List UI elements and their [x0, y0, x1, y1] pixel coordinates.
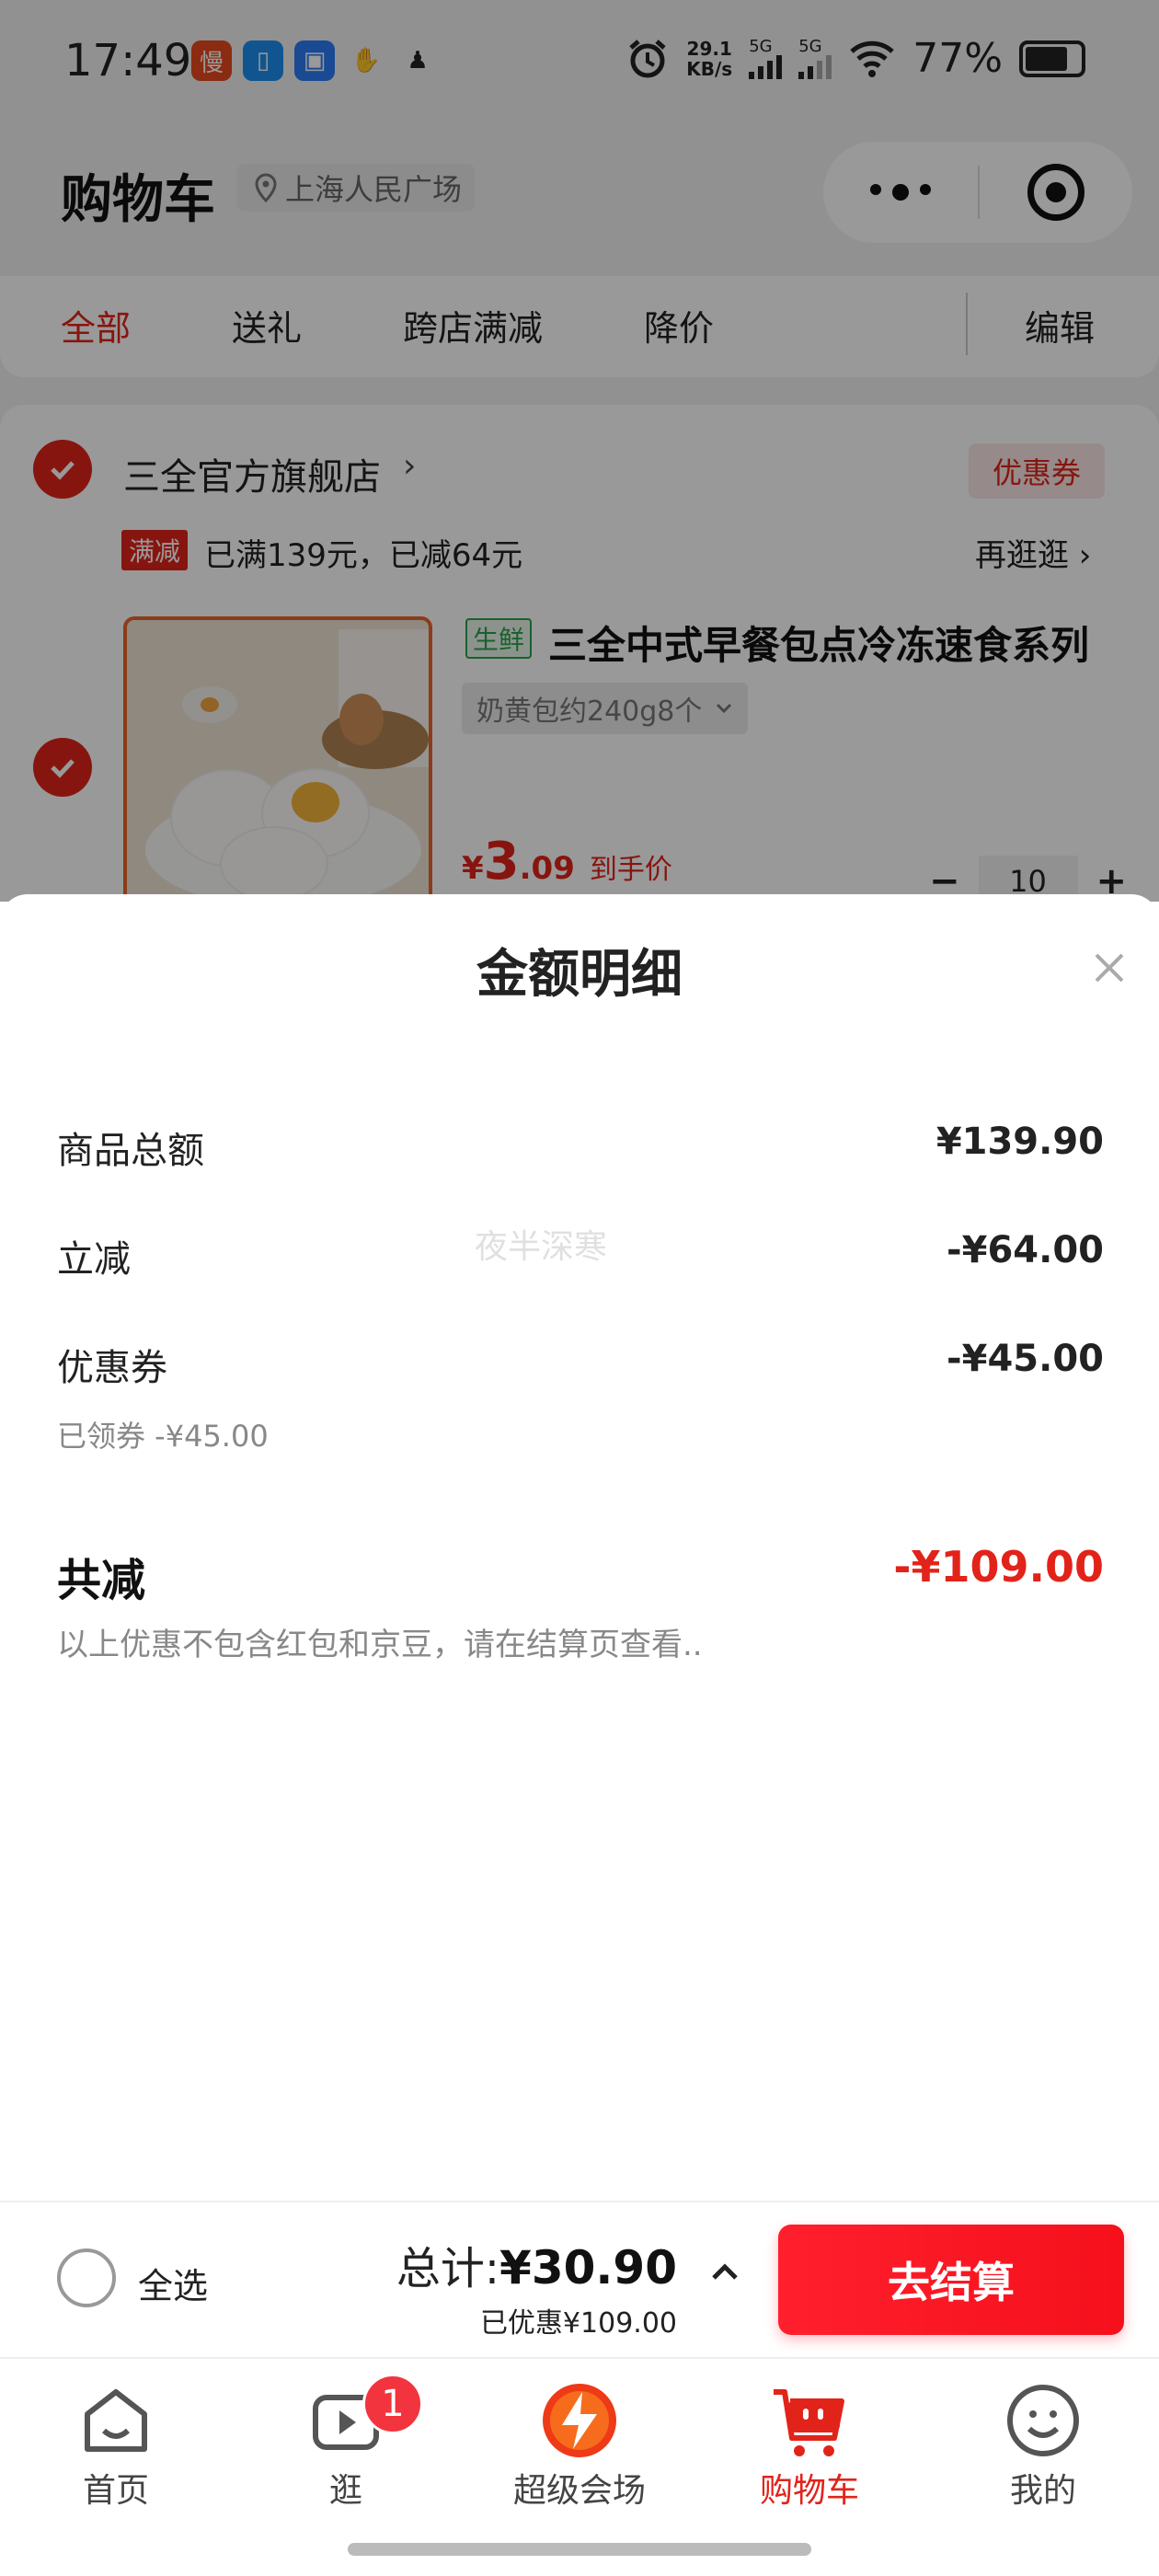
tab-cart[interactable]: 购物车: [717, 2379, 901, 2512]
bottom-tab-bar: 首页 逛 1 超级会场 购物车 我的: [0, 2357, 1159, 2576]
home-indicator[interactable]: [348, 2543, 811, 2556]
checkout-bar: 全选 总计: ¥30.90 已优惠¥109.00 去结算: [0, 2201, 1159, 2357]
super-venue-icon: [543, 2384, 616, 2457]
instant-discount-value: -¥64.00: [947, 1229, 1104, 1271]
tab-browse-label: 逛: [328, 2472, 362, 2510]
watermark-text: 夜半深寒: [475, 1228, 608, 1266]
coupon-note: 已领券 -¥45.00: [57, 1419, 269, 1454]
total-price: 总计: ¥30.90: [396, 2232, 677, 2296]
tab-profile[interactable]: 我的: [951, 2379, 1135, 2512]
chevron-up-icon[interactable]: [706, 2254, 743, 2291]
total-discount-value: -¥109.00: [893, 1542, 1104, 1592]
select-all-label[interactable]: 全选: [138, 2258, 208, 2308]
amount-detail-sheet: 金额明细 商品总额 ¥139.90 立减 -¥64.00 夜半深寒 优惠券 -¥…: [0, 894, 1159, 2201]
tab-super-venue[interactable]: 超级会场: [488, 2379, 671, 2512]
saved-amount: 已优惠¥109.00: [479, 2307, 677, 2340]
cart-icon: [774, 2389, 844, 2456]
coupon-label: 优惠券: [57, 1347, 167, 1389]
checkout-button[interactable]: 去结算: [778, 2225, 1124, 2335]
tab-home[interactable]: 首页: [24, 2379, 208, 2512]
modal-overlay[interactable]: [0, 0, 1159, 902]
coupon-value: -¥45.00: [947, 1338, 1104, 1380]
total-discount-label: 共减: [57, 1555, 146, 1606]
goods-total-value: ¥139.90: [935, 1121, 1104, 1163]
goods-total-label: 商品总额: [57, 1130, 204, 1172]
home-icon: [85, 2389, 147, 2452]
close-icon[interactable]: [1087, 946, 1131, 990]
instant-discount-label: 立减: [57, 1238, 131, 1281]
sheet-title: 金额明细: [476, 945, 683, 1005]
tab-profile-label: 我的: [1009, 2472, 1076, 2510]
discount-disclaimer: 以上优惠不包含红包和京豆，请在结算页查看..: [57, 1627, 703, 1663]
profile-icon: [1007, 2385, 1079, 2456]
tab-super-venue-label: 超级会场: [512, 2472, 646, 2510]
notification-badge: 1: [362, 2374, 423, 2434]
tab-home-label: 首页: [82, 2472, 149, 2510]
select-all-radio[interactable]: [57, 2248, 116, 2307]
tab-cart-label: 购物车: [759, 2472, 859, 2510]
total-amount: ¥30.90: [499, 2241, 677, 2294]
total-prefix: 总计:: [396, 2243, 500, 2294]
